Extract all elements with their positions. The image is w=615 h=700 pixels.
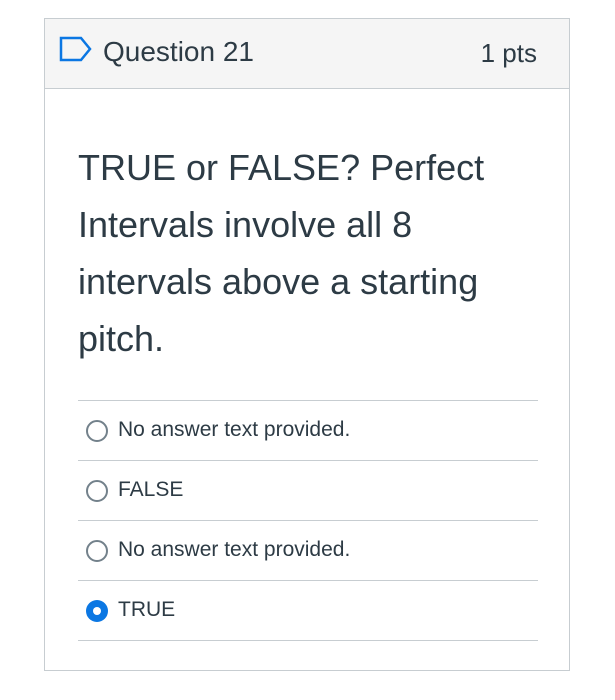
question-card: Question 21 1 pts TRUE or FALSE? Perfect…	[44, 18, 570, 671]
answer-option-selected[interactable]: TRUE	[78, 580, 538, 641]
radio-button[interactable]	[86, 480, 108, 502]
answer-label: No answer text provided.	[118, 538, 351, 561]
question-title: Question 21	[103, 36, 254, 67]
question-header: Question 21 1 pts	[45, 19, 569, 89]
answer-label: FALSE	[118, 478, 184, 501]
answer-list: No answer text provided. FALSE No answer…	[78, 400, 538, 641]
flag-question-icon[interactable]	[59, 36, 93, 62]
question-points: 1 pts	[480, 38, 537, 68]
radio-button-selected[interactable]	[86, 600, 108, 622]
radio-button[interactable]	[86, 540, 108, 562]
answer-option[interactable]: No answer text provided.	[78, 520, 538, 580]
radio-button[interactable]	[86, 420, 108, 442]
answer-label: TRUE	[118, 598, 176, 621]
answer-option[interactable]: No answer text provided.	[78, 400, 538, 460]
answer-option[interactable]: FALSE	[78, 460, 538, 520]
answer-label: No answer text provided.	[118, 418, 351, 441]
question-text: TRUE or FALSE? Perfect Intervals involve…	[78, 147, 485, 359]
